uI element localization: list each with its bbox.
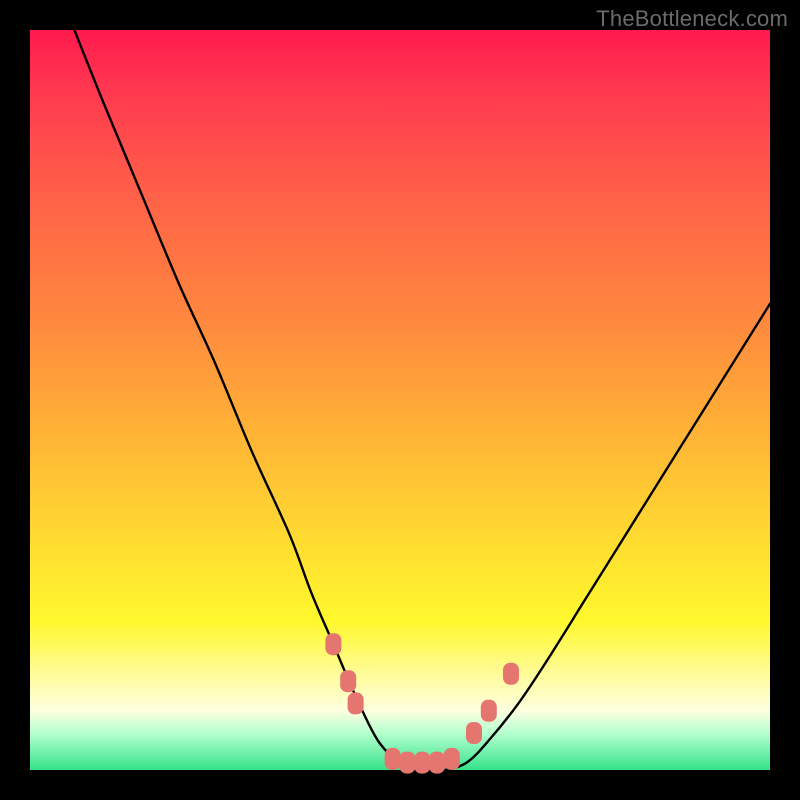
valley-marker xyxy=(503,663,519,685)
valley-marker xyxy=(385,748,401,770)
valley-marker xyxy=(444,748,460,770)
valley-marker xyxy=(348,692,364,714)
plot-area xyxy=(30,30,770,770)
valley-markers xyxy=(325,633,519,773)
watermark-text: TheBottleneck.com xyxy=(596,6,788,32)
valley-marker xyxy=(481,700,497,722)
valley-marker xyxy=(414,752,430,774)
valley-marker xyxy=(325,633,341,655)
valley-marker xyxy=(399,752,415,774)
curve-layer xyxy=(30,30,770,770)
chart-frame: TheBottleneck.com xyxy=(0,0,800,800)
valley-marker xyxy=(466,722,482,744)
bottleneck-curve xyxy=(74,30,770,771)
valley-marker xyxy=(429,752,445,774)
valley-marker xyxy=(340,670,356,692)
